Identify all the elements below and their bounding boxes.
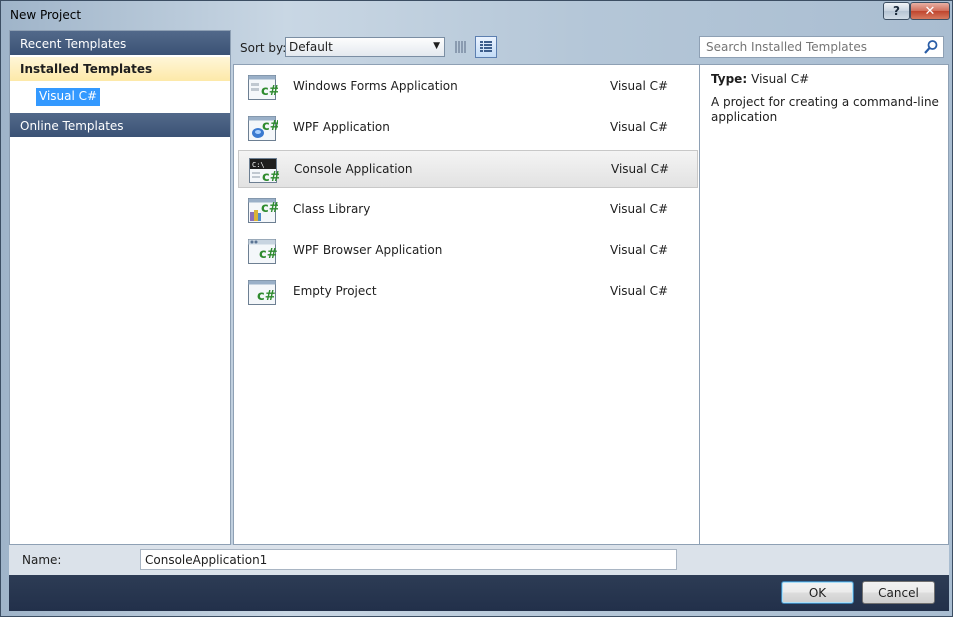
- template-language: Visual C#: [610, 243, 669, 257]
- window-title: New Project: [10, 8, 82, 22]
- template-language: Visual C#: [610, 120, 669, 134]
- ok-button[interactable]: OK: [781, 581, 854, 604]
- project-name-strip: Name:: [9, 545, 949, 575]
- type-value: Visual C#: [751, 72, 810, 86]
- name-label: Name:: [22, 553, 62, 567]
- svg-text:c#: c#: [257, 289, 276, 304]
- template-language: Visual C#: [610, 202, 669, 216]
- template-name: WPF Application: [293, 120, 390, 134]
- svg-text:c#: c#: [261, 84, 278, 99]
- small-icons-view-button[interactable]: [450, 36, 472, 58]
- sort-by-value: Default: [289, 40, 333, 54]
- template-row-wpf-browser-application[interactable]: c# WPF Browser Application Visual C#: [238, 232, 698, 270]
- class-library-icon: c#: [248, 198, 278, 223]
- help-button[interactable]: ?: [883, 2, 910, 20]
- project-name-input[interactable]: [140, 549, 677, 570]
- tree-item-visual-csharp[interactable]: Visual C#: [36, 88, 101, 106]
- template-description: A project for creating a command-line ap…: [711, 95, 939, 124]
- wpf-icon: c#: [248, 116, 278, 141]
- template-row-wpf-application[interactable]: c# WPF Application Visual C#: [238, 109, 698, 147]
- dropdown-arrow-icon: ▼: [433, 41, 440, 51]
- template-name: WPF Browser Application: [293, 243, 443, 257]
- dialog-button-bar: OK Cancel: [9, 575, 949, 611]
- template-language: Visual C#: [610, 79, 669, 93]
- template-name: Console Application: [294, 162, 413, 176]
- search-icon[interactable]: [923, 39, 939, 55]
- svg-text:c#: c#: [259, 247, 278, 262]
- search-input[interactable]: [700, 37, 915, 57]
- template-row-windows-forms[interactable]: c# Windows Forms Application Visual C#: [238, 68, 698, 106]
- template-language: Visual C#: [611, 162, 670, 176]
- svg-text:c#: c#: [261, 201, 278, 216]
- template-details-panel: Type: Visual C# A project for creating a …: [700, 64, 949, 545]
- svg-text:c#: c#: [262, 170, 279, 184]
- template-row-console-application[interactable]: C:\ c# Console Application Visual C#: [238, 150, 698, 188]
- cancel-button[interactable]: Cancel: [862, 581, 935, 604]
- category-installed-templates[interactable]: Installed Templates: [10, 57, 230, 81]
- svg-text:c#: c#: [262, 119, 278, 134]
- template-row-empty-project[interactable]: c# Empty Project Visual C#: [238, 273, 698, 311]
- template-name: Windows Forms Application: [293, 79, 458, 93]
- template-list: c# Windows Forms Application Visual C# c…: [233, 64, 700, 545]
- dialog-window: New Project ? ✕ Recent Templates Install…: [0, 0, 953, 617]
- svg-text:C:\: C:\: [252, 161, 265, 169]
- list-view-button[interactable]: [475, 36, 497, 58]
- small-icons-view-icon: [455, 41, 466, 53]
- template-name: Class Library: [293, 202, 371, 216]
- empty-project-icon: c#: [248, 280, 276, 305]
- type-label: Type:: [711, 72, 748, 86]
- template-row-class-library[interactable]: c# Class Library Visual C#: [238, 191, 698, 229]
- category-online-templates[interactable]: Online Templates: [10, 113, 230, 137]
- template-categories-panel: Recent Templates Installed Templates Vis…: [9, 30, 231, 545]
- template-name: Empty Project: [293, 284, 377, 298]
- windows-forms-icon: c#: [248, 75, 278, 100]
- template-language: Visual C#: [610, 284, 669, 298]
- category-recent-templates[interactable]: Recent Templates: [10, 31, 230, 55]
- sort-by-dropdown[interactable]: Default ▼: [285, 37, 445, 57]
- sort-by-label: Sort by:: [240, 41, 287, 55]
- wpf-browser-icon: c#: [248, 239, 278, 264]
- console-icon: C:\ c#: [249, 158, 279, 184]
- template-type: Type: Visual C#: [711, 72, 809, 86]
- list-view-icon: [480, 41, 492, 52]
- title-bar[interactable]: New Project ? ✕: [1, 1, 952, 29]
- search-templates-box: [699, 36, 944, 58]
- close-button[interactable]: ✕: [910, 2, 950, 20]
